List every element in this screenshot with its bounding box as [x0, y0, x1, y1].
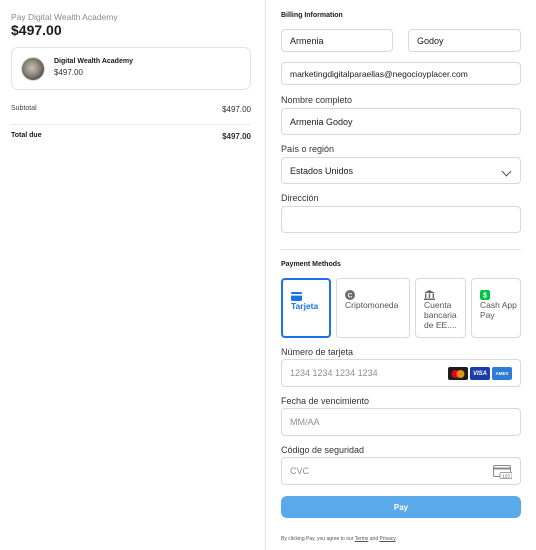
total-due-value: $497.00 — [222, 132, 251, 141]
country-select[interactable]: Estados Unidos — [281, 157, 521, 184]
full-name-field[interactable]: Armenia Godoy — [281, 108, 521, 135]
privacy-link[interactable]: Privacy — [380, 536, 396, 542]
amex-icon: AMEX — [492, 367, 512, 380]
address-label: Dirección — [281, 193, 319, 203]
payment-methods-title: Payment Methods — [281, 261, 341, 268]
terms-link[interactable]: Terms — [355, 536, 369, 542]
mastercard-icon — [448, 367, 468, 380]
product-price: $497.00 — [54, 68, 83, 77]
merchant-label: Pay Digital Wealth Academy — [11, 12, 118, 22]
section-divider — [281, 249, 521, 250]
footer-prefix: By clicking Pay, you agree to our — [281, 536, 354, 542]
first-name-field[interactable]: Armenia — [281, 29, 393, 52]
subtotal-row: Subtotal $497.00 — [11, 105, 251, 114]
cvc-placeholder: CVC — [290, 466, 310, 476]
last-name-field[interactable]: Godoy — [408, 29, 521, 52]
billing-title: Billing Information — [281, 12, 343, 19]
summary-divider — [11, 124, 251, 125]
payment-method-cashapp[interactable]: $ Cash App Pay — [471, 278, 521, 338]
expiry-placeholder: MM/AA — [290, 417, 320, 427]
total-due-label: Total due — [11, 132, 42, 139]
address-field[interactable] — [281, 206, 521, 233]
legal-footer: By clicking Pay, you agree to our Terms … — [281, 536, 397, 542]
payment-method-label: Criptomoneda — [345, 300, 399, 310]
order-total: $497.00 — [11, 22, 62, 38]
country-label: País o región — [281, 144, 335, 154]
card-brands: VISA AMEX — [448, 367, 512, 380]
payment-method-bank[interactable]: Cuenta bancaria de EE.... — [415, 278, 466, 338]
chevron-down-icon — [501, 166, 512, 177]
cvc-icon-text: 123 — [502, 473, 510, 478]
cvc-card-icon: 123 — [493, 465, 513, 481]
pay-button[interactable]: Pay — [281, 496, 521, 518]
checkout-form: Billing Information Armenia Godoy market… — [266, 0, 536, 550]
full-name-label: Nombre completo — [281, 95, 353, 105]
cvc-label: Código de seguridad — [281, 445, 365, 455]
card-number-label: Número de tarjeta — [281, 347, 354, 357]
footer-suffix: . — [395, 536, 397, 542]
total-due-row: Total due $497.00 — [11, 132, 251, 141]
subtotal-value: $497.00 — [222, 105, 251, 114]
country-value: Estados Unidos — [290, 165, 354, 176]
order-summary: Pay Digital Wealth Academy $497.00 Digit… — [0, 0, 265, 550]
payment-method-crypto[interactable]: C Criptomoneda — [336, 278, 410, 338]
payment-method-label: Cash App Pay — [480, 300, 517, 320]
payment-method-label: Tarjeta — [291, 301, 319, 311]
visa-icon: VISA — [470, 367, 490, 380]
product-name: Digital Wealth Academy — [54, 58, 133, 65]
product-image — [21, 57, 45, 81]
card-number-field[interactable]: 1234 1234 1234 1234 VISA AMEX — [281, 359, 521, 387]
payment-method-card[interactable]: Tarjeta — [281, 278, 331, 338]
footer-and: and — [369, 536, 379, 542]
product-card: Digital Wealth Academy $497.00 — [11, 47, 251, 90]
subtotal-label: Subtotal — [11, 105, 37, 112]
payment-method-label: Cuenta bancaria de EE.... — [424, 300, 457, 330]
expiry-label: Fecha de vencimiento — [281, 396, 370, 406]
cvc-field[interactable]: CVC 123 — [281, 457, 521, 485]
expiry-field[interactable]: MM/AA — [281, 408, 521, 436]
email-field[interactable]: marketingdigitalparaellas@negocioyplacer… — [281, 62, 521, 85]
svg-text:C: C — [348, 292, 353, 299]
card-number-placeholder: 1234 1234 1234 1234 — [290, 368, 378, 378]
